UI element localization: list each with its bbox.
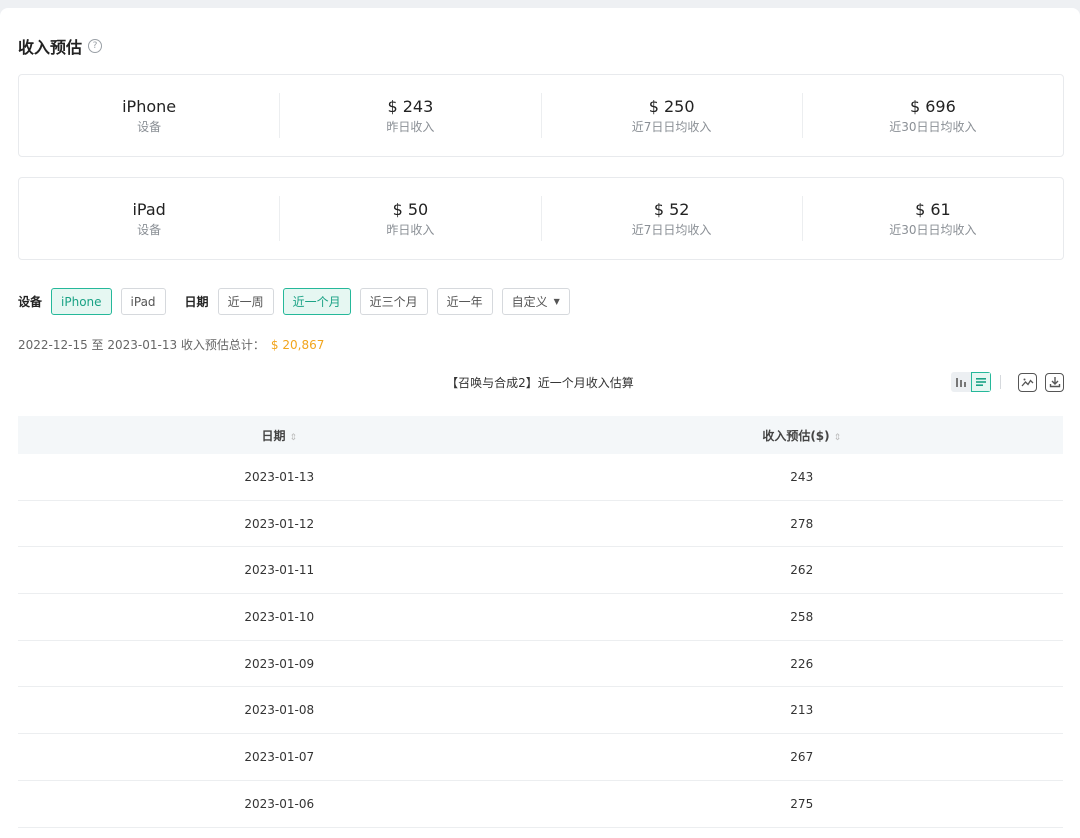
table-row: 2023-01-08 213: [18, 687, 1063, 735]
range-chip-month[interactable]: 近一个月: [282, 288, 351, 315]
download-icon[interactable]: [1045, 372, 1064, 392]
table-row: 2023-01-11 262: [18, 547, 1063, 595]
revenue-table: 日期 ⇕ 收入预估($) ⇕ 2023-01-13 243 2023-01-12 278…: [18, 416, 1063, 828]
sort-icon[interactable]: ⇕: [289, 433, 297, 443]
cell-date: 2023-01-11: [244, 563, 315, 578]
cell-revenue: 213: [790, 703, 814, 718]
stat-device: iPad 设备: [19, 196, 281, 241]
cell-revenue: 226: [790, 656, 814, 671]
stat-device: iPhone 设备: [19, 93, 281, 138]
cell-date: 2023-01-12: [244, 516, 315, 531]
stat-avg7-value: $ 250: [648, 96, 695, 116]
summary-text: 2022-12-15 至 2023-01-13 收入预估总计：: [18, 338, 265, 352]
sort-icon[interactable]: ⇕: [834, 433, 842, 443]
table-toolbar: [951, 372, 1064, 392]
stat-yesterday-label: 昨日收入: [386, 119, 435, 134]
cell-date: 2023-01-09: [244, 656, 315, 671]
column-header-revenue[interactable]: 收入预估($) ⇕: [541, 427, 1064, 444]
stat-yesterday: $ 50 昨日收入: [280, 196, 542, 241]
device-chip-ipad[interactable]: iPad: [120, 288, 166, 315]
stat-avg30: $ 696 近30日日均收入: [803, 93, 1063, 138]
stat-yesterday-value: $ 50: [392, 199, 429, 219]
stats-ipad: iPad 设备 $ 50 昨日收入 $ 52 近7日日均收入 $ 61 近30日…: [18, 177, 1064, 260]
stat-device-value: iPad: [132, 199, 166, 219]
help-icon[interactable]: ?: [88, 39, 103, 53]
table-row: 2023-01-07 267: [18, 734, 1063, 781]
cell-revenue: 267: [790, 749, 814, 764]
column-header-date[interactable]: 日期 ⇕: [18, 427, 541, 444]
stat-avg30-label: 近30日日均收入: [889, 222, 977, 237]
stat-avg7-value: $ 52: [653, 199, 690, 219]
custom-range-label: 自定义: [511, 295, 548, 309]
cell-date: 2023-01-10: [244, 609, 315, 624]
view-toggle: [951, 372, 991, 392]
list-icon[interactable]: [971, 372, 991, 392]
filter-row: 设备 iPhone iPad 日期 近一周 近一个月 近三个月 近一年 自定义 …: [18, 288, 579, 315]
device-filter-label: 设备: [18, 295, 43, 309]
table-row: 2023-01-13 243: [18, 454, 1063, 501]
image-icon[interactable]: [1018, 372, 1037, 392]
cell-date: 2023-01-07: [244, 749, 315, 764]
cell-revenue: 275: [790, 796, 814, 811]
stats-iphone: iPhone 设备 $ 243 昨日收入 $ 250 近7日日均收入 $ 696…: [18, 74, 1064, 157]
table-header: 日期 ⇕ 收入预估($) ⇕: [18, 416, 1063, 454]
custom-range-dropdown[interactable]: 自定义 ▼: [501, 288, 570, 315]
stat-avg7: $ 250 近7日日均收入: [542, 93, 803, 138]
range-chip-week[interactable]: 近一周: [217, 288, 274, 315]
range-chip-year[interactable]: 近一年: [436, 288, 493, 315]
summary-amount: $ 20,867: [270, 338, 325, 352]
table-row: 2023-01-09 226: [18, 641, 1063, 688]
range-chip-quarter[interactable]: 近三个月: [359, 288, 428, 315]
stat-yesterday: $ 243 昨日收入: [280, 93, 542, 138]
revenue-estimate-card: 收入预估 ? iPhone 设备 $ 243 昨日收入 $ 250 近7日日均收…: [0, 8, 1080, 838]
stat-avg30-label: 近30日日均收入: [889, 119, 977, 134]
stat-yesterday-value: $ 243: [387, 96, 434, 116]
cell-revenue: 278: [790, 516, 814, 531]
stat-avg7-label: 近7日日均收入: [631, 119, 712, 134]
stat-device-label: 设备: [137, 119, 162, 134]
page-title: 收入预估: [18, 38, 83, 57]
stat-avg7: $ 52 近7日日均收入: [542, 196, 803, 241]
device-chip-iphone[interactable]: iPhone: [51, 288, 112, 315]
stat-avg30: $ 61 近30日日均收入: [803, 196, 1063, 241]
cell-date: 2023-01-08: [244, 703, 315, 718]
stat-device-value: iPhone: [122, 96, 177, 116]
stat-device-label: 设备: [137, 222, 162, 237]
table-row: 2023-01-12 278: [18, 501, 1063, 548]
date-filter-label: 日期: [184, 295, 209, 309]
table-row: 2023-01-06 275: [18, 781, 1063, 828]
caret-down-icon: ▼: [553, 297, 560, 306]
table-title: 【召唤与合成2】近一个月收入估算: [446, 376, 634, 390]
title-row: 收入预估 ?: [18, 34, 103, 58]
stat-avg7-label: 近7日日均收入: [631, 222, 712, 237]
cell-revenue: 258: [790, 609, 814, 624]
cell-revenue: 262: [790, 563, 814, 578]
stat-yesterday-label: 昨日收入: [386, 222, 435, 237]
stat-avg30-value: $ 696: [909, 96, 956, 116]
cell-revenue: 243: [790, 469, 814, 484]
cell-date: 2023-01-13: [244, 469, 315, 484]
bar-chart-icon[interactable]: [951, 372, 971, 392]
cell-date: 2023-01-06: [244, 796, 315, 811]
stat-avg30-value: $ 61: [915, 199, 951, 219]
table-row: 2023-01-10 258: [18, 594, 1063, 641]
revenue-summary: 2022-12-15 至 2023-01-13 收入预估总计： $ 20,867: [18, 336, 324, 353]
